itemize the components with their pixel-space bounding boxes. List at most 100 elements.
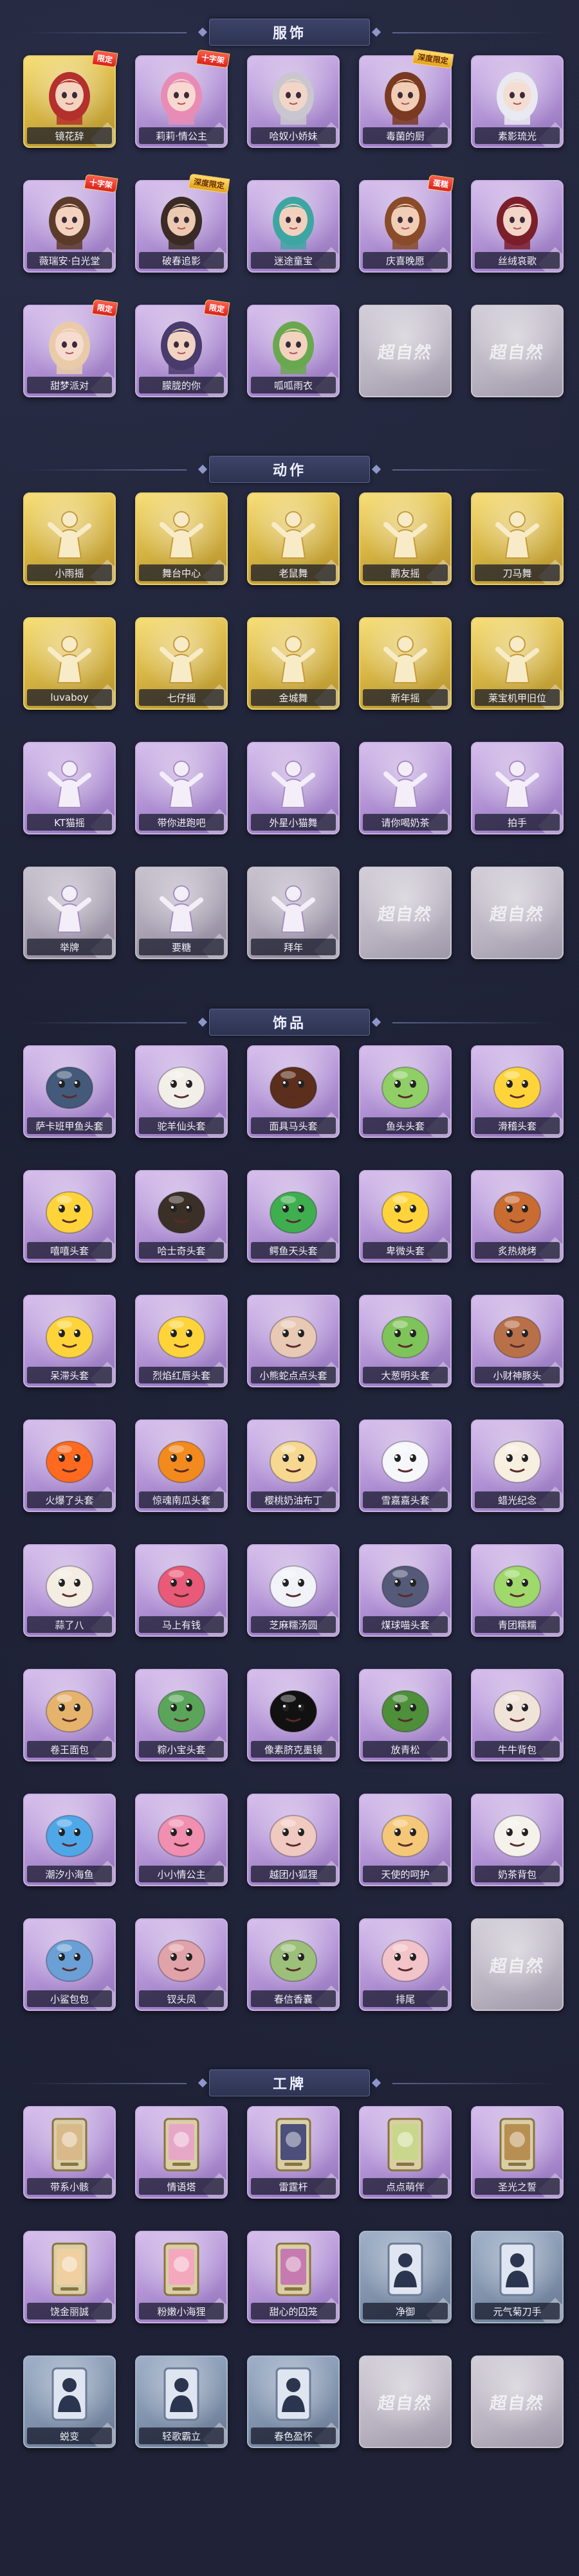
item-tile[interactable]: 要糖 bbox=[135, 867, 228, 959]
item-tile[interactable]: 薇瑞安·白光堂 十字架 bbox=[23, 174, 118, 273]
item-tile[interactable]: 饶金丽誠 bbox=[23, 2231, 116, 2323]
item-tile[interactable]: 轻歌霸立 bbox=[135, 2355, 228, 2448]
item-tile[interactable]: 新年摇 bbox=[359, 617, 452, 710]
item-tile[interactable]: 净御 bbox=[359, 2231, 452, 2323]
item-tile[interactable]: 外星小猫舞 bbox=[247, 742, 340, 834]
item-tile[interactable]: 钗头凤 bbox=[135, 1918, 228, 2011]
item-card: 七仔摇 bbox=[135, 617, 228, 710]
item-tile[interactable]: 粽小宝头套 bbox=[135, 1669, 228, 1761]
item-tile[interactable]: 小熊蛇点点头套 bbox=[247, 1295, 340, 1387]
item-tile[interactable]: 大葱明头套 bbox=[359, 1295, 452, 1387]
item-tile[interactable]: 金城舞 bbox=[247, 617, 340, 710]
item-tile[interactable]: 鳄鱼天头套 bbox=[247, 1170, 340, 1263]
item-tile[interactable]: 青团糯糯 bbox=[471, 1544, 564, 1637]
item-tile[interactable]: 小雨摇 bbox=[23, 492, 116, 585]
item-tile[interactable]: 元气菊刀手 bbox=[471, 2231, 564, 2323]
item-tile[interactable]: 粉嫩小海狸 bbox=[135, 2231, 228, 2323]
fire-head-icon bbox=[39, 1427, 100, 1489]
item-tile[interactable]: 朦胧的你 限定 bbox=[135, 299, 230, 397]
item-tile[interactable]: 蜡光纪念 bbox=[471, 1419, 564, 1512]
item-tile[interactable]: 卑微头套 bbox=[359, 1170, 452, 1263]
item-tile[interactable]: 潮汐小海鱼 bbox=[23, 1794, 116, 1886]
item-tile[interactable]: 丝绒哀歌 bbox=[471, 180, 564, 273]
phoenix-doll-icon bbox=[151, 1926, 212, 1988]
item-tile[interactable]: 萨卡班甲鱼头套 bbox=[23, 1045, 116, 1138]
item-tile[interactable]: 蒜了八 bbox=[23, 1544, 116, 1637]
action-figure-icon bbox=[39, 500, 100, 562]
item-tile[interactable]: 排尾 bbox=[359, 1918, 452, 2011]
item-tile[interactable]: 卷王面包 bbox=[23, 1669, 116, 1761]
item-tile[interactable]: 春信香囊 bbox=[247, 1918, 340, 2011]
item-tile[interactable]: 嘻嘻头套 bbox=[23, 1170, 116, 1263]
item-label: 春色盈怀 bbox=[251, 2427, 336, 2444]
item-tile[interactable]: 牛牛背包 bbox=[471, 1669, 564, 1761]
dog-head-icon bbox=[151, 1178, 212, 1239]
item-tile[interactable]: 甜梦派对 限定 bbox=[23, 299, 118, 397]
item-tile[interactable]: 炙热烧烤 bbox=[471, 1170, 564, 1263]
item-tile[interactable]: 天使的呵护 bbox=[359, 1794, 452, 1886]
item-tile[interactable]: 七仔摇 bbox=[135, 617, 228, 710]
item-tile[interactable]: 放青松 bbox=[359, 1669, 452, 1761]
item-tile[interactable]: 雪嘉嘉头套 bbox=[359, 1419, 452, 1512]
item-tile[interactable]: 带你进跑吧 bbox=[135, 742, 228, 834]
item-tile[interactable]: 老鼠舞 bbox=[247, 492, 340, 585]
item-tile[interactable]: 春色盈怀 bbox=[247, 2355, 340, 2448]
badge-card-icon bbox=[486, 2114, 548, 2175]
action-figure-icon bbox=[262, 500, 324, 562]
item-tile[interactable]: 像素脐克墨镜 bbox=[247, 1669, 340, 1761]
action-figure-icon bbox=[486, 625, 548, 687]
item-tile[interactable]: 庆喜晚愿 蛋糕 bbox=[359, 174, 454, 273]
item-tile[interactable]: 素影琉光 bbox=[471, 55, 564, 148]
item-tile[interactable]: 奶茶背包 bbox=[471, 1794, 564, 1886]
item-tile[interactable]: 小小情公主 bbox=[135, 1794, 228, 1886]
item-tile[interactable]: 情语塔 bbox=[135, 2106, 228, 2199]
item-tile[interactable]: 越团小狐狸 bbox=[247, 1794, 340, 1886]
item-tile[interactable]: 毒菌的厨 深度限定 bbox=[359, 48, 454, 148]
item-tile[interactable]: 小鲨包包 bbox=[23, 1918, 116, 2011]
item-card: 蒜了八 bbox=[23, 1544, 116, 1637]
item-tile[interactable]: 莉莉·情公主 十字架 bbox=[135, 49, 230, 148]
item-tile[interactable]: 破春追影 深度限定 bbox=[135, 173, 230, 273]
item-tile[interactable]: 火爆了头套 bbox=[23, 1419, 116, 1512]
item-tile[interactable]: 迷途童宝 bbox=[247, 180, 340, 273]
item-tile[interactable]: 拍手 bbox=[471, 742, 564, 834]
item-tile[interactable]: 马上有钱 bbox=[135, 1544, 228, 1637]
item-tile[interactable]: 面具马头套 bbox=[247, 1045, 340, 1138]
item-card: 毒菌的厨 bbox=[359, 55, 452, 148]
item-tile[interactable]: 点点萌伴 bbox=[359, 2106, 452, 2199]
item-tile[interactable]: 呆滞头套 bbox=[23, 1295, 116, 1387]
item-tile[interactable]: 滑稽头套 bbox=[471, 1045, 564, 1138]
item-tile[interactable]: 惊魂南瓜头套 bbox=[135, 1419, 228, 1512]
item-card: 小熊蛇点点头套 bbox=[247, 1295, 340, 1387]
item-tile[interactable]: 呱呱雨衣 bbox=[247, 305, 340, 397]
item-label: 迷途童宝 bbox=[251, 252, 336, 269]
item-tile[interactable]: 拜年 bbox=[247, 867, 340, 959]
item-tile[interactable]: 镜花辞 限定 bbox=[23, 50, 118, 148]
item-tile[interactable]: 雷霆杆 bbox=[247, 2106, 340, 2199]
item-tile[interactable]: 鱼头头套 bbox=[359, 1045, 452, 1138]
item-tile[interactable]: 刀马舞 bbox=[471, 492, 564, 585]
item-tile[interactable]: 请你喝奶茶 bbox=[359, 742, 452, 834]
item-tile[interactable]: 芝麻糯汤圆 bbox=[247, 1544, 340, 1637]
item-tile[interactable]: 鹏友摇 bbox=[359, 492, 452, 585]
item-tile[interactable]: 煤球喵头套 bbox=[359, 1544, 452, 1637]
item-tile[interactable]: 带系小骸 bbox=[23, 2106, 116, 2199]
item-tile[interactable]: 哈奴小娇妹 bbox=[247, 55, 340, 148]
item-tile[interactable]: 舞台中心 bbox=[135, 492, 228, 585]
leek-head-icon bbox=[374, 1302, 436, 1364]
item-tile[interactable]: 小财神豚头 bbox=[471, 1295, 564, 1387]
item-tile[interactable]: luvaboy bbox=[23, 617, 116, 710]
item-tile[interactable]: 驼羊仙头套 bbox=[135, 1045, 228, 1138]
item-tile[interactable]: 烈焰红唇头套 bbox=[135, 1295, 228, 1387]
item-tile[interactable]: 蜕变 bbox=[23, 2355, 116, 2448]
item-tile[interactable]: 甜心的囚笼 bbox=[247, 2231, 340, 2323]
item-tile[interactable]: 樱桃奶油布丁 bbox=[247, 1419, 340, 1512]
divider-line bbox=[392, 469, 553, 471]
badge-silhouette-icon bbox=[262, 2363, 324, 2425]
item-tile[interactable]: KT猫摇 bbox=[23, 742, 116, 834]
item-tile[interactable]: 莱宝机甲旧位 bbox=[471, 617, 564, 710]
item-tile[interactable]: 圣光之誓 bbox=[471, 2106, 564, 2199]
horse-head-icon bbox=[262, 1053, 324, 1115]
item-tile[interactable]: 举牌 bbox=[23, 867, 116, 959]
item-tile[interactable]: 哈士奇头套 bbox=[135, 1170, 228, 1263]
